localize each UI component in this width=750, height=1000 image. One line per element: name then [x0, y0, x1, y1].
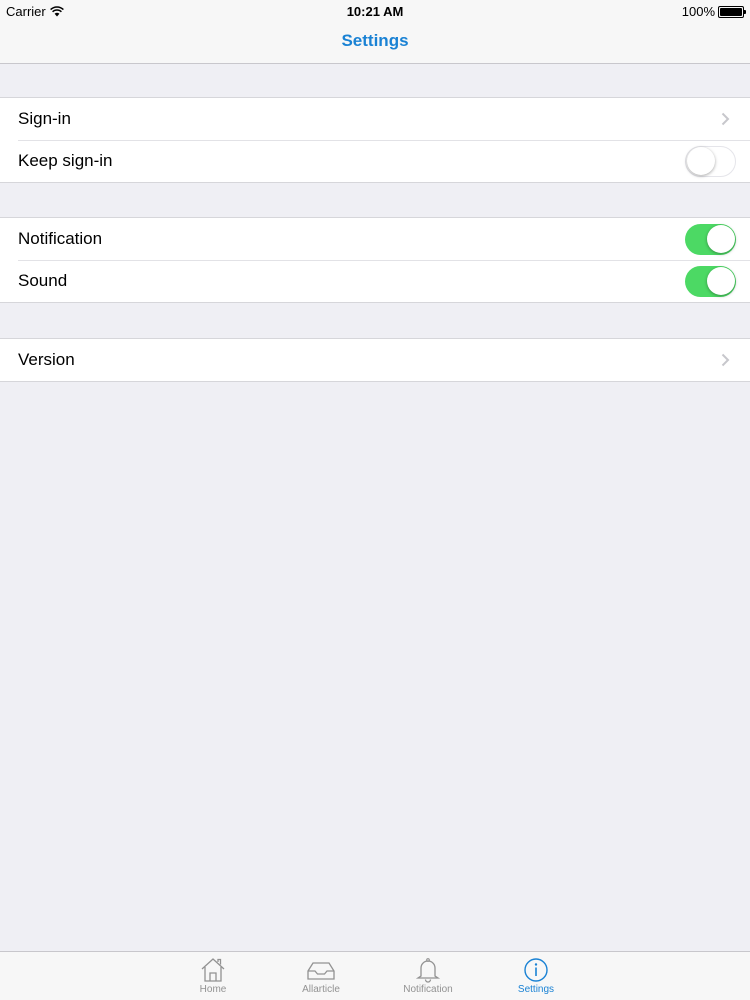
cell-label: Sign-in — [18, 109, 71, 128]
tab-bar: Home Allarticle Notification Settings — [0, 951, 750, 1000]
tab-label: Allarticle — [302, 984, 340, 995]
home-icon — [201, 958, 225, 982]
sound-toggle[interactable] — [685, 266, 736, 297]
chevron-right-icon — [721, 353, 730, 367]
battery-indicator: 100% — [681, 4, 746, 19]
settings-group-about: Version — [0, 338, 750, 382]
cell-label: Version — [18, 350, 75, 369]
tab-allarticle[interactable]: Allarticle — [276, 952, 366, 1000]
info-icon — [524, 958, 548, 982]
toggle-knob — [706, 267, 735, 295]
chevron-right-icon — [721, 112, 730, 126]
keep-sign-in-cell: Keep sign-in — [0, 140, 750, 182]
notification-toggle[interactable] — [685, 224, 736, 255]
tab-label: Notification — [403, 984, 453, 995]
toggle-knob — [686, 147, 715, 175]
bell-icon — [415, 958, 441, 983]
tab-label: Settings — [517, 984, 555, 995]
cell-label: Notification — [18, 229, 103, 248]
cell-label: Sound — [18, 271, 68, 290]
navigation-bar: Settings — [0, 22, 750, 64]
battery-icon — [718, 5, 746, 18]
settings-group-alerts: Notification Sound — [0, 217, 750, 303]
battery-percentage: 100% — [681, 4, 715, 19]
version-cell[interactable]: Version — [0, 339, 750, 381]
clock: 10:21 AM — [346, 4, 404, 19]
tab-notification[interactable]: Notification — [383, 952, 473, 1000]
toggle-knob — [706, 225, 735, 253]
notification-cell: Notification — [0, 218, 750, 260]
tab-label: Home — [199, 984, 227, 995]
inbox-icon — [307, 962, 335, 980]
sound-cell: Sound — [0, 260, 750, 302]
tab-settings[interactable]: Settings — [491, 952, 581, 1000]
page-title: Settings — [341, 31, 409, 50]
sign-in-cell[interactable]: Sign-in — [0, 98, 750, 140]
tab-home[interactable]: Home — [168, 952, 258, 1000]
status-bar: Carrier 10:21 AM 100% — [0, 0, 750, 22]
settings-group-account: Sign-in Keep sign-in — [0, 97, 750, 183]
keep-sign-in-toggle[interactable] — [685, 146, 736, 177]
cell-label: Keep sign-in — [18, 151, 113, 170]
